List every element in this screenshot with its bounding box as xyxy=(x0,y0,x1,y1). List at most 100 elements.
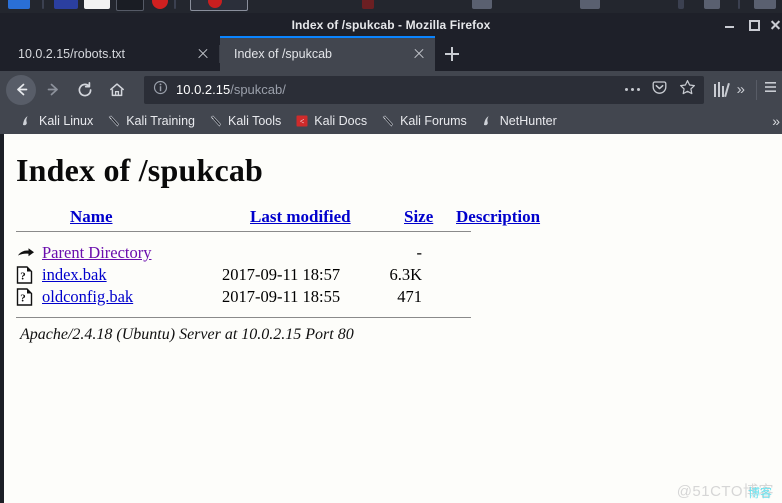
row-name-cell[interactable]: Parent Directory xyxy=(42,242,222,264)
row-modified-cell: 2017-09-11 18:57 xyxy=(222,265,341,284)
taskbar-icon[interactable] xyxy=(362,0,374,9)
url-bar-actions[interactable] xyxy=(624,79,698,101)
row-size-cell: 6.3K xyxy=(389,265,422,284)
url-path: /spukcab/ xyxy=(230,82,286,97)
header-name[interactable]: Name xyxy=(42,207,250,231)
taskbar-icon[interactable] xyxy=(54,0,78,9)
toolbar-right-actions[interactable]: » xyxy=(713,79,776,100)
table-row[interactable]: ? oldconfig.bak 2017-09-11 18:55 471 xyxy=(16,286,528,308)
new-tab-button-icon[interactable] xyxy=(435,36,469,71)
bookmark-kali-linux[interactable]: Kali Linux xyxy=(20,114,93,128)
pocket-icon[interactable] xyxy=(651,79,668,101)
svg-text:?: ? xyxy=(20,270,26,282)
taskbar-icon[interactable] xyxy=(116,0,144,11)
taskbar-icon[interactable] xyxy=(678,0,684,9)
bookmark-kali-training[interactable]: Kali Training xyxy=(107,114,195,128)
row-description-cell xyxy=(428,264,528,286)
tab-index-of-spukcab[interactable]: Index of /spukcab xyxy=(220,36,435,71)
bookmark-label: Kali Training xyxy=(126,114,195,128)
kali-tool-icon xyxy=(210,115,222,127)
directory-listing: Index of /spukcab Name Last modified Siz… xyxy=(4,134,782,344)
page-content: Index of /spukcab Name Last modified Siz… xyxy=(0,134,782,503)
row-modified-cell: 2017-09-11 18:55 xyxy=(222,287,341,306)
toolbar-separator xyxy=(756,79,757,100)
bookmarks-overflow-icon[interactable]: » xyxy=(772,108,780,134)
home-icon xyxy=(108,81,126,99)
kali-dragon-icon xyxy=(23,116,28,126)
row-size-cell: - xyxy=(416,243,423,262)
home-button[interactable] xyxy=(102,75,132,105)
back-button[interactable] xyxy=(6,74,36,105)
directory-rows: Parent Directory - ? index.bak 2017-09-1… xyxy=(16,242,528,308)
forward-button[interactable] xyxy=(38,75,68,105)
header-icon-col xyxy=(16,207,42,231)
server-signature: Apache/2.4.18 (Ubuntu) Server at 10.0.2.… xyxy=(20,326,354,343)
bookmarks-toolbar[interactable]: Kali Linux Kali Training Kali Tools < Ka… xyxy=(0,108,782,134)
url-text[interactable]: 10.0.2.15/spukcab/ xyxy=(176,82,625,97)
kali-dragon-icon xyxy=(483,116,489,126)
reload-icon xyxy=(76,81,94,99)
taskbar-icon[interactable] xyxy=(472,0,492,9)
table-row[interactable]: ? index.bak 2017-09-11 18:57 6.3K xyxy=(16,264,528,286)
taskbar-icon[interactable] xyxy=(152,0,168,9)
unknown-file-icon: ? xyxy=(16,288,33,306)
row-description-cell xyxy=(428,286,528,308)
taskbar-divider xyxy=(738,0,740,9)
hamburger-menu-icon[interactable] xyxy=(765,79,776,100)
row-name-cell[interactable]: oldconfig.bak xyxy=(42,286,222,308)
window-titlebar[interactable]: Index of /spukcab - Mozilla Firefox xyxy=(0,13,782,36)
arrow-right-icon xyxy=(45,81,62,98)
tab-label: 10.0.2.15/robots.txt xyxy=(18,46,126,61)
header-last-modified[interactable]: Last modified xyxy=(250,207,404,231)
tab-robots-txt[interactable]: 10.0.2.15/robots.txt xyxy=(4,36,219,71)
taskbar-icon[interactable] xyxy=(704,0,720,9)
row-modified-cell xyxy=(222,242,376,264)
taskbar-icon[interactable] xyxy=(84,0,110,9)
table-rule-top xyxy=(16,231,471,232)
bookmark-nethunter[interactable]: NetHunter xyxy=(481,114,557,128)
header-description[interactable]: Description xyxy=(456,207,556,231)
kali-tool-icon xyxy=(382,115,394,127)
taskbar-icon[interactable] xyxy=(8,0,30,9)
link-parent-directory[interactable]: Parent Directory xyxy=(42,243,152,262)
firefox-window: Index of /spukcab - Mozilla Firefox 10.0… xyxy=(0,13,782,503)
tab-close-icon[interactable] xyxy=(195,46,211,62)
taskbar-icon[interactable] xyxy=(754,0,776,9)
navigation-toolbar[interactable]: 10.0.2.15/spukcab/ » xyxy=(0,71,782,108)
reload-button[interactable] xyxy=(70,75,100,105)
link-index-bak[interactable]: index.bak xyxy=(42,265,107,284)
minimize-button-icon[interactable] xyxy=(724,19,735,30)
taskbar-divider xyxy=(42,0,44,9)
url-bar[interactable]: 10.0.2.15/spukcab/ xyxy=(144,75,704,104)
bookmark-kali-tools[interactable]: Kali Tools xyxy=(209,114,281,128)
table-row[interactable]: Parent Directory - xyxy=(16,242,528,264)
library-icon[interactable] xyxy=(713,82,730,98)
maximize-button-icon[interactable] xyxy=(748,19,760,31)
window-controls[interactable] xyxy=(724,13,778,36)
bookmark-label: Kali Docs xyxy=(314,114,368,128)
sort-by-description-link[interactable]: Description xyxy=(456,207,540,226)
header-size[interactable]: Size xyxy=(404,207,456,231)
watermark: @51CTO博客 博客 xyxy=(677,480,774,501)
site-info-icon[interactable] xyxy=(153,80,168,100)
parent-directory-icon xyxy=(18,248,34,257)
close-button-icon[interactable] xyxy=(772,19,778,30)
svg-text:<: < xyxy=(300,117,305,126)
bookmark-kali-forums[interactable]: Kali Forums xyxy=(381,114,467,128)
window-title: Index of /spukcab - Mozilla Firefox xyxy=(291,17,491,32)
arrow-left-icon xyxy=(13,81,30,98)
sort-by-size-link[interactable]: Size xyxy=(404,207,433,226)
row-name-cell[interactable]: index.bak xyxy=(42,264,222,286)
bookmark-kali-docs[interactable]: < Kali Docs xyxy=(295,114,367,128)
tab-strip[interactable]: 10.0.2.15/robots.txt Index of /spukcab xyxy=(0,36,782,71)
taskbar-icon[interactable] xyxy=(580,0,600,9)
link-oldconfig-bak[interactable]: oldconfig.bak xyxy=(42,287,133,306)
tab-close-icon[interactable] xyxy=(411,46,427,62)
sort-by-name-link[interactable]: Name xyxy=(70,207,112,226)
tab-label: Index of /spukcab xyxy=(234,46,332,61)
page-actions-icon[interactable] xyxy=(624,88,640,91)
overflow-chevrons-icon[interactable]: » xyxy=(734,82,748,97)
bookmark-star-icon[interactable] xyxy=(679,79,696,101)
sort-by-date-link[interactable]: Last modified xyxy=(250,207,351,226)
os-taskbar[interactable] xyxy=(0,0,782,14)
